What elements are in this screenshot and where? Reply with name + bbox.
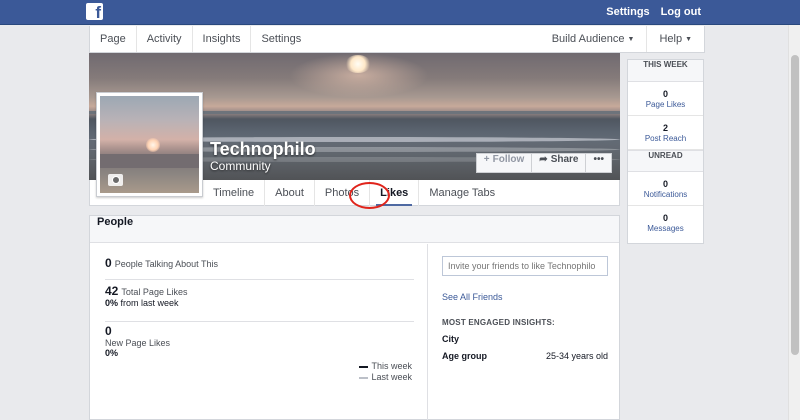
more-options-button[interactable]: •••: [585, 153, 612, 173]
share-button[interactable]: ➦ Share: [531, 153, 587, 173]
camera-icon[interactable]: [108, 174, 123, 186]
messages-label[interactable]: Messages: [628, 224, 703, 233]
unread-heading: UNREAD: [628, 150, 703, 172]
invite-friends-input[interactable]: [442, 256, 608, 276]
build-audience-label: Build Audience: [551, 33, 625, 45]
tab-timeline[interactable]: Timeline: [203, 180, 266, 206]
follow-button[interactable]: + Follow: [475, 153, 533, 173]
notifications-label[interactable]: Notifications: [628, 190, 703, 199]
cover-action-buttons: + Follow ➦ Share •••: [475, 153, 612, 173]
follow-label: Follow: [492, 154, 525, 165]
page-likes-value: 0: [662, 89, 668, 99]
profile-picture[interactable]: [96, 92, 203, 197]
page-likes-stat[interactable]: 0 Page Likes: [628, 82, 703, 116]
post-reach-label[interactable]: Post Reach: [628, 134, 703, 143]
people-panel: People 0 People Talking About This 42 To…: [89, 215, 620, 420]
scrollbar-thumb[interactable]: [791, 55, 799, 355]
new-likes-change: 0%: [105, 348, 119, 358]
legend-this-week-label: This week: [371, 361, 412, 371]
legend-swatch: [359, 365, 369, 368]
log-out-link[interactable]: Log out: [661, 6, 701, 18]
chart-legend: This week Last week: [359, 361, 412, 383]
new-likes-label: New Page Likes: [105, 338, 171, 348]
more-dots-icon: •••: [593, 154, 604, 165]
page-category: Community: [210, 159, 271, 173]
caret-down-icon: ▼: [627, 36, 635, 43]
messages-value: 0: [662, 213, 668, 223]
profile-image: [100, 96, 199, 193]
notifications-stat[interactable]: 0 Notifications: [628, 172, 703, 206]
tab-about[interactable]: About: [265, 180, 315, 206]
page-likes-label[interactable]: Page Likes: [628, 100, 703, 109]
profile-sea: [100, 154, 199, 168]
talking-label: People Talking About This: [114, 259, 218, 269]
tab-likes[interactable]: Likes: [370, 180, 420, 206]
new-likes-stat: 0 New Page Likes 0%: [105, 324, 414, 358]
plus-icon: +: [483, 154, 490, 165]
people-sidebar: See All Friends MOST ENGAGED INSIGHTS: C…: [442, 256, 612, 361]
age-group-label: Age group: [442, 351, 487, 361]
people-heading: People: [90, 216, 619, 243]
this-week-sidebar: THIS WEEK 0 Page Likes 2 Post Reach UNRE…: [627, 59, 704, 244]
see-all-friends-link[interactable]: See All Friends: [442, 292, 503, 302]
nav-insights[interactable]: Insights: [193, 26, 252, 52]
messages-stat[interactable]: 0 Messages: [628, 206, 703, 240]
sun: [345, 55, 371, 73]
notifications-value: 0: [662, 179, 668, 189]
nav-activity[interactable]: Activity: [137, 26, 193, 52]
talking-about-stat: 0 People Talking About This: [105, 256, 414, 280]
city-label: City: [442, 334, 460, 344]
share-arrow-icon: ➦: [539, 154, 548, 165]
legend-last-week-label: Last week: [371, 372, 412, 382]
nav-page[interactable]: Page: [90, 26, 137, 52]
age-group-row: Age group 25-34 years old: [442, 351, 608, 361]
most-engaged-heading: MOST ENGAGED INSIGHTS:: [442, 318, 555, 327]
legend-last-week: Last week: [359, 372, 412, 383]
people-stats: 0 People Talking About This 42 Total Pag…: [90, 244, 428, 420]
share-label: Share: [550, 154, 579, 165]
total-likes-change-value: 0%: [105, 298, 119, 308]
build-audience-dropdown[interactable]: Build Audience ▼: [540, 26, 648, 52]
post-reach-stat[interactable]: 2 Post Reach: [628, 116, 703, 150]
caret-down-icon: ▼: [685, 36, 692, 43]
total-likes-value: 42: [105, 284, 119, 298]
city-row: City: [442, 334, 608, 344]
tab-photos[interactable]: Photos: [315, 180, 371, 206]
page-admin-nav: Page Activity Insights Settings Build Au…: [89, 26, 705, 53]
legend-this-week: This week: [359, 361, 412, 372]
settings-link[interactable]: Settings: [606, 6, 649, 18]
this-week-heading: THIS WEEK: [628, 60, 703, 82]
total-likes-label: Total Page Likes: [121, 287, 188, 297]
talking-value: 0: [105, 256, 112, 270]
top-bar: f Settings Log out: [0, 0, 800, 25]
age-group-value: 25-34 years old: [545, 351, 608, 361]
total-likes-change-label: from last week: [120, 298, 179, 308]
new-likes-value: 0: [105, 324, 112, 338]
help-dropdown[interactable]: Help ▼: [647, 26, 704, 52]
tab-manage-tabs[interactable]: Manage Tabs: [419, 180, 505, 206]
total-likes-stat: 42 Total Page Likes 0% from last week: [105, 284, 414, 322]
nav-settings[interactable]: Settings: [251, 26, 311, 52]
top-links: Settings Log out: [606, 6, 701, 18]
legend-swatch: [359, 376, 369, 379]
vertical-scrollbar[interactable]: [788, 25, 800, 420]
facebook-logo-icon[interactable]: f: [86, 3, 103, 20]
page-title[interactable]: Technophilo: [210, 139, 316, 160]
total-likes-change: 0% from last week: [105, 298, 414, 308]
post-reach-value: 2: [662, 123, 668, 133]
help-label: Help: [659, 33, 683, 45]
profile-sun: [146, 138, 160, 152]
